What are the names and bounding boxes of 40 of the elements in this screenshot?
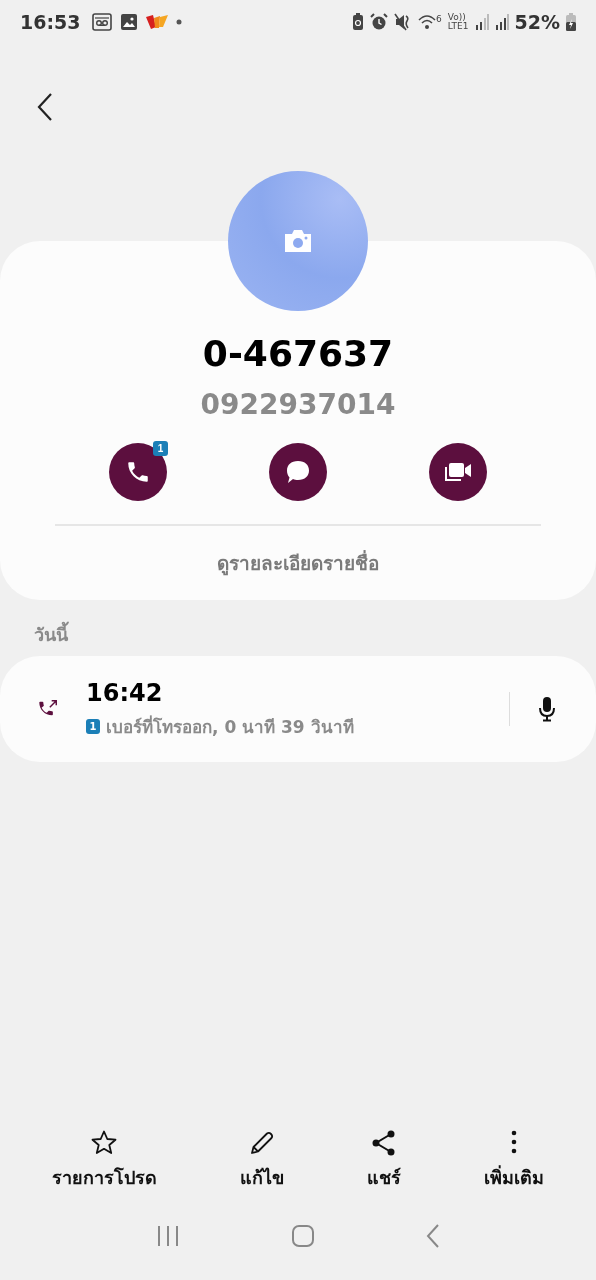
lte-text: LTE1 <box>447 22 469 31</box>
sim-badge: 1 <box>153 441 168 456</box>
battery-saver-icon <box>352 13 365 31</box>
edit-button[interactable]: แก้ไข <box>239 1129 284 1192</box>
call-description: เบอร์ที่โทรออก, 0 นาที 39 วินาที <box>106 714 354 739</box>
video-camera-icon <box>443 460 473 484</box>
battery-charging-icon <box>566 13 576 31</box>
signal-icon <box>474 14 489 30</box>
notification-dot-icon <box>176 19 183 25</box>
wifi-band-text: 6 <box>436 14 442 24</box>
alarm-icon <box>370 13 389 31</box>
battery-percent: 52% <box>514 11 560 33</box>
star-icon <box>90 1129 119 1157</box>
message-button[interactable] <box>269 443 327 501</box>
wifi-icon <box>418 14 437 30</box>
volte-text: Vo)) <box>447 13 467 22</box>
call-log-item[interactable]: 16:42 1 เบอร์ที่โทรออก, 0 นาที 39 วินาที <box>0 656 596 762</box>
home-button[interactable] <box>291 1224 315 1248</box>
chat-bubble-icon <box>284 458 312 486</box>
voicemail-icon <box>92 13 113 31</box>
signal-icon <box>494 14 509 30</box>
recent-apps-button[interactable] <box>155 1225 180 1247</box>
app-logo-icon <box>146 15 169 29</box>
back-button[interactable] <box>37 93 53 121</box>
microphone-icon[interactable] <box>538 696 556 722</box>
call-time: 16:42 <box>86 678 164 707</box>
view-contact-details-link[interactable]: ดูรายละเอียดรายชื่อ <box>217 548 379 584</box>
phone-icon <box>125 459 151 485</box>
contact-name: 0-467637 <box>202 333 394 374</box>
image-icon <box>120 13 139 31</box>
sim-badge: 1 <box>86 718 100 734</box>
share-button[interactable]: แชร์ <box>367 1129 402 1192</box>
call-button[interactable]: 1 <box>109 443 167 501</box>
camera-icon <box>283 229 313 253</box>
video-call-button[interactable] <box>429 443 487 501</box>
more-button[interactable]: เพิ่มเติม <box>484 1129 545 1192</box>
favorite-button[interactable]: รายการโปรด <box>51 1129 157 1192</box>
status-time: 16:53 <box>20 11 81 33</box>
phone-number: 0922937014 <box>200 388 396 421</box>
section-header: วันนี้ <box>0 600 596 656</box>
